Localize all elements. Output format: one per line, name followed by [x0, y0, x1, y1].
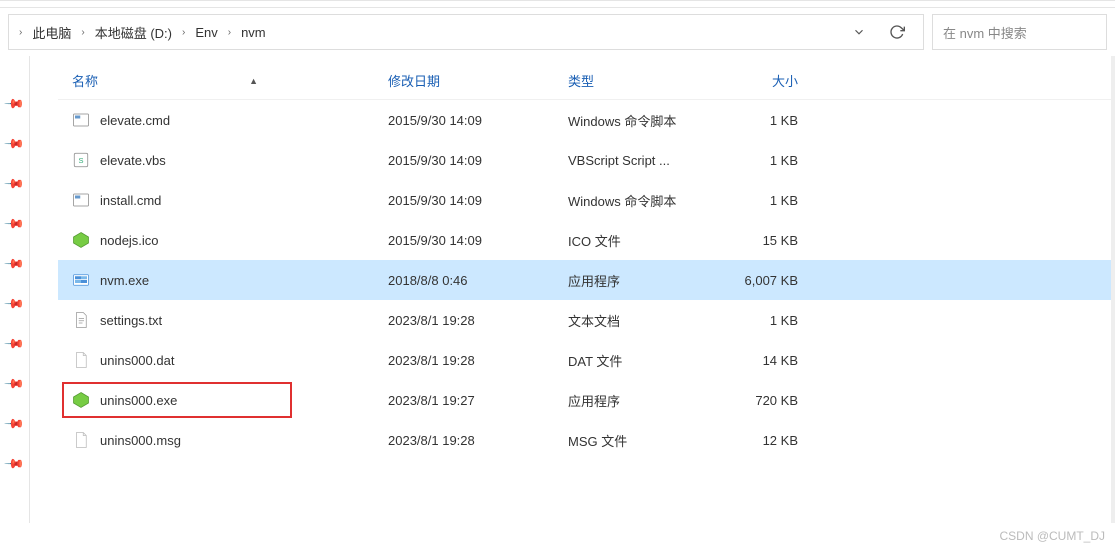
file-name: nvm.exe [100, 273, 149, 288]
file-icon [72, 111, 90, 129]
pin-icon[interactable]: 📌 [3, 253, 26, 276]
file-icon [72, 231, 90, 249]
pin-icon[interactable]: 📌 [3, 213, 26, 236]
file-row[interactable]: install.cmd 2015/9/30 14:09Windows 命令脚本1 … [58, 180, 1115, 220]
pin-icon[interactable]: 📌 [3, 413, 26, 436]
file-date: 2023/8/1 19:28 [388, 353, 568, 368]
file-row[interactable]: nodejs.ico 2015/9/30 14:09ICO 文件15 KB [58, 220, 1115, 260]
refresh-button[interactable] [887, 22, 907, 42]
file-icon [72, 191, 90, 209]
header-type[interactable]: 类型 [568, 71, 718, 90]
breadcrumb-item[interactable]: Env [189, 21, 223, 44]
file-date: 2018/8/8 0:46 [388, 273, 568, 288]
file-name: elevate.vbs [100, 153, 166, 168]
pin-icon[interactable]: 📌 [3, 173, 26, 196]
pin-icon[interactable]: 📌 [3, 453, 26, 476]
breadcrumb[interactable]: › 此电脑 › 本地磁盘 (D:) › Env › nvm [8, 14, 924, 50]
pin-icon[interactable]: 📌 [3, 333, 26, 356]
file-name: elevate.cmd [100, 113, 170, 128]
scrollbar[interactable] [1111, 56, 1115, 523]
svg-text:S: S [78, 156, 83, 165]
toolbar-divider [0, 0, 1115, 8]
file-type: Windows 命令脚本 [568, 191, 718, 210]
file-size: 6,007 KB [718, 273, 808, 288]
file-row[interactable]: nvm.exe 2018/8/8 0:46应用程序6,007 KB [58, 260, 1115, 300]
file-type: 文本文档 [568, 311, 718, 330]
file-name: nodejs.ico [100, 233, 159, 248]
file-icon [72, 391, 90, 409]
file-size: 1 KB [718, 113, 808, 128]
file-icon [72, 311, 90, 329]
file-name: unins000.dat [100, 353, 174, 368]
file-icon [72, 271, 90, 289]
file-type: 应用程序 [568, 271, 718, 290]
nav-pane[interactable]: 📌 📌 📌 📌 📌 📌 📌 📌 📌 📌 [0, 56, 30, 523]
file-icon: S [72, 151, 90, 169]
file-name: install.cmd [100, 193, 161, 208]
history-dropdown[interactable] [849, 22, 869, 42]
chevron-right-icon[interactable]: › [224, 27, 235, 38]
header-name[interactable]: 名称 ▲ [58, 71, 388, 90]
chevron-right-icon[interactable]: › [15, 27, 26, 38]
file-row[interactable]: settings.txt 2023/8/1 19:28文本文档1 KB [58, 300, 1115, 340]
file-size: 1 KB [718, 193, 808, 208]
breadcrumb-item[interactable]: 本地磁盘 (D:) [89, 19, 178, 46]
file-type: DAT 文件 [568, 351, 718, 370]
file-size: 1 KB [718, 313, 808, 328]
file-row[interactable]: unins000.msg 2023/8/1 19:28MSG 文件12 KB [58, 420, 1115, 460]
pin-icon[interactable]: 📌 [3, 293, 26, 316]
file-type: Windows 命令脚本 [568, 111, 718, 130]
file-type: 应用程序 [568, 391, 718, 410]
file-row[interactable]: unins000.dat 2023/8/1 19:28DAT 文件14 KB [58, 340, 1115, 380]
watermark: CSDN @CUMT_DJ [999, 529, 1105, 543]
pin-icon[interactable]: 📌 [3, 133, 26, 156]
file-rows: elevate.cmd2015/9/30 14:09Windows 命令脚本1 … [58, 100, 1115, 460]
file-type: VBScript Script ... [568, 153, 718, 168]
header-size[interactable]: 大小 [718, 71, 808, 90]
file-date: 2023/8/1 19:28 [388, 313, 568, 328]
file-row[interactable]: unins000.exe 2023/8/1 19:27应用程序720 KB [58, 380, 1115, 420]
file-date: 2023/8/1 19:28 [388, 433, 568, 448]
header-name-label: 名称 [72, 71, 98, 90]
file-name: unins000.exe [100, 393, 177, 408]
main-area: 📌 📌 📌 📌 📌 📌 📌 📌 📌 📌 名称 ▲ 修改日期 类型 大小 elev… [0, 56, 1115, 523]
file-date: 2015/9/30 14:09 [388, 153, 568, 168]
file-icon [72, 431, 90, 449]
breadcrumb-item[interactable]: 此电脑 [26, 19, 77, 46]
search-input[interactable]: 在 nvm 中搜索 [932, 14, 1107, 50]
pin-icon[interactable]: 📌 [3, 93, 26, 116]
chevron-right-icon[interactable]: › [178, 27, 189, 38]
file-date: 2023/8/1 19:27 [388, 393, 568, 408]
pin-icon[interactable]: 📌 [3, 373, 26, 396]
column-headers[interactable]: 名称 ▲ 修改日期 类型 大小 [58, 62, 1115, 100]
file-size: 720 KB [718, 393, 808, 408]
file-list: 名称 ▲ 修改日期 类型 大小 elevate.cmd 2015/9/30 14:… [30, 56, 1115, 523]
header-date[interactable]: 修改日期 [388, 71, 568, 90]
search-placeholder: 在 nvm 中搜索 [943, 23, 1027, 42]
file-size: 14 KB [718, 353, 808, 368]
file-date: 2015/9/30 14:09 [388, 113, 568, 128]
file-size: 12 KB [718, 433, 808, 448]
file-name: unins000.msg [100, 433, 181, 448]
file-name: settings.txt [100, 313, 162, 328]
file-size: 15 KB [718, 233, 808, 248]
breadcrumb-item[interactable]: nvm [235, 21, 272, 44]
file-row[interactable]: elevate.cmd 2015/9/30 14:09Windows 命令脚本1 … [58, 100, 1115, 140]
address-bar-row: › 此电脑 › 本地磁盘 (D:) › Env › nvm 在 nvm 中搜索 [0, 8, 1115, 56]
chevron-right-icon[interactable]: › [77, 27, 88, 38]
file-size: 1 KB [718, 153, 808, 168]
file-type: MSG 文件 [568, 431, 718, 450]
file-date: 2015/9/30 14:09 [388, 233, 568, 248]
file-type: ICO 文件 [568, 231, 718, 250]
file-icon [72, 351, 90, 369]
file-row[interactable]: Selevate.vbs 2015/9/30 14:09VBScript Scri… [58, 140, 1115, 180]
file-date: 2015/9/30 14:09 [388, 193, 568, 208]
sort-indicator-icon: ▲ [249, 76, 258, 86]
